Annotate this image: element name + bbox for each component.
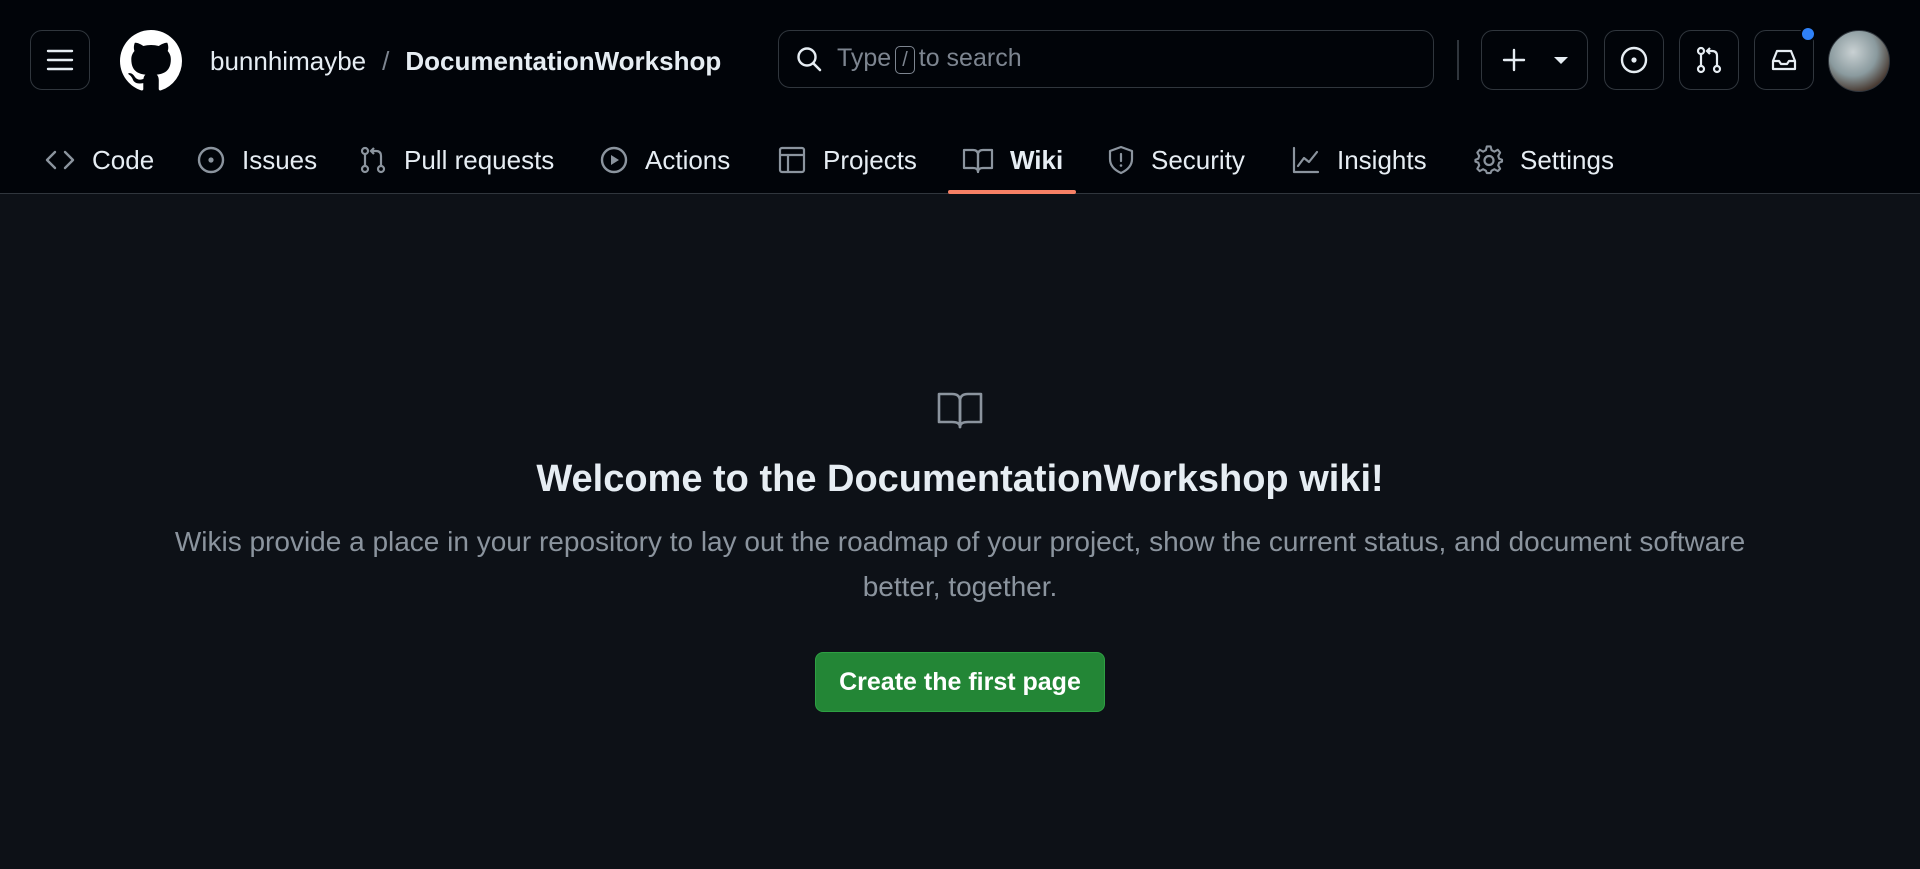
- tab-code[interactable]: Code: [44, 126, 154, 194]
- menu-icon: [46, 48, 74, 72]
- search-placeholder: Type / to search: [837, 44, 1022, 74]
- breadcrumb: bunnhimaybe / DocumentationWorkshop: [210, 44, 721, 78]
- tab-label: Issues: [242, 144, 318, 175]
- inbox-icon: [1769, 45, 1799, 75]
- play-icon: [599, 145, 629, 175]
- header-divider: [1457, 40, 1459, 80]
- create-new-button[interactable]: [1481, 30, 1588, 90]
- top-bar: bunnhimaybe / DocumentationWorkshop Type…: [0, 0, 1920, 120]
- pull-requests-shortcut-button[interactable]: [1679, 30, 1739, 90]
- active-tab-indicator: [948, 190, 1076, 194]
- book-icon: [962, 146, 994, 174]
- issue-opened-icon: [196, 145, 226, 175]
- repo-name-link[interactable]: DocumentationWorkshop: [405, 44, 721, 78]
- code-icon: [44, 146, 76, 174]
- tab-label: Settings: [1520, 144, 1614, 175]
- page-title: Welcome to the DocumentationWorkshop wik…: [536, 458, 1384, 500]
- triangle-down-icon: [1553, 55, 1569, 65]
- gear-icon: [1474, 145, 1504, 175]
- tab-label: Pull requests: [404, 144, 555, 175]
- plus-icon: [1501, 47, 1527, 73]
- wiki-description: Wikis provide a place in your repository…: [174, 526, 1746, 602]
- tab-wiki[interactable]: Wiki: [962, 126, 1063, 194]
- tab-issues[interactable]: Issues: [196, 126, 317, 194]
- tab-label: Wiki: [1010, 144, 1064, 175]
- tab-label: Security: [1151, 144, 1245, 175]
- repo-owner-link[interactable]: bunnhimaybe: [210, 44, 366, 78]
- git-pull-request-icon: [1694, 45, 1724, 75]
- tab-label: Projects: [823, 144, 917, 175]
- issue-opened-icon: [1619, 45, 1649, 75]
- tab-label: Insights: [1337, 144, 1427, 175]
- wiki-empty-state: Welcome to the DocumentationWorkshop wik…: [0, 195, 1920, 869]
- create-first-page-button[interactable]: Create the first page: [815, 652, 1105, 712]
- app-header: bunnhimaybe / DocumentationWorkshop Type…: [0, 0, 1920, 194]
- tab-label: Code: [92, 144, 155, 175]
- tab-pull-requests[interactable]: Pull requests: [358, 126, 554, 194]
- github-logo[interactable]: [120, 30, 182, 92]
- tab-actions[interactable]: Actions: [599, 126, 730, 194]
- tab-label: Actions: [645, 144, 731, 175]
- search-prefix: Type: [837, 44, 892, 72]
- table-icon: [777, 145, 807, 175]
- breadcrumb-separator: /: [382, 46, 390, 76]
- search-input[interactable]: Type / to search: [778, 30, 1434, 88]
- issues-shortcut-button[interactable]: [1604, 30, 1664, 90]
- search-icon: [795, 45, 823, 73]
- tab-projects[interactable]: Projects: [777, 126, 917, 194]
- search-shortcut-key: /: [895, 46, 915, 74]
- search-suffix: to search: [918, 44, 1022, 72]
- git-pull-request-icon: [358, 145, 388, 175]
- tab-security[interactable]: Security: [1107, 126, 1245, 194]
- menu-button[interactable]: [30, 30, 90, 90]
- book-icon: [936, 390, 984, 438]
- avatar[interactable]: [1828, 30, 1890, 92]
- graph-icon: [1291, 145, 1321, 175]
- tab-settings[interactable]: Settings: [1474, 126, 1614, 194]
- notification-indicator: [1800, 26, 1816, 42]
- shield-icon: [1107, 145, 1135, 175]
- tab-insights[interactable]: Insights: [1291, 126, 1427, 194]
- repo-nav-tabs: Code Issues Pull requests Actions Projec: [0, 126, 1920, 194]
